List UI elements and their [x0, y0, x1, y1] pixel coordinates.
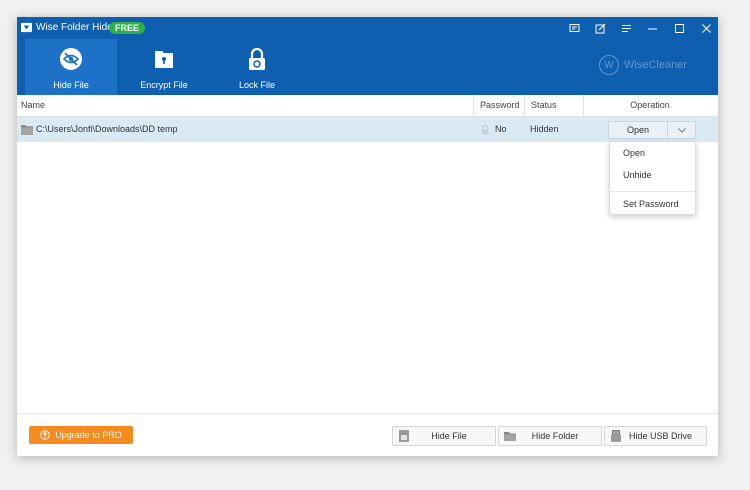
table-header: Name Password Status Operation — [17, 95, 718, 117]
wisecleaner-logo: W WiseCleaner — [599, 55, 687, 75]
row-path: C:\Users\Jonfi\Downloads\DD temp — [36, 124, 178, 134]
minimize-icon[interactable] — [644, 20, 660, 36]
menu-item-unhide[interactable]: Unhide — [610, 165, 695, 185]
menu-item-set-password[interactable]: Set Password — [610, 194, 695, 214]
hide-usb-label: Hide USB Drive — [628, 431, 693, 441]
brand-letter: W — [599, 55, 619, 75]
file-key-icon — [155, 51, 173, 68]
app-logo-icon — [21, 22, 32, 33]
hide-file-label: Hide File — [431, 431, 467, 441]
tab-label: Encrypt File — [140, 80, 188, 90]
folder-icon — [21, 125, 33, 135]
open-button[interactable]: Open — [609, 122, 667, 138]
tab-label: Lock File — [238, 80, 275, 90]
tab-label: Hide File — [53, 80, 89, 90]
header: Wise Folder Hider FREE Hide File Encrypt… — [17, 17, 718, 95]
column-password[interactable]: Password — [473, 95, 530, 116]
row-password: No — [495, 124, 507, 134]
brand-text: WiseCleaner — [624, 59, 687, 71]
column-status[interactable]: Status — [524, 95, 589, 116]
menu-item-open[interactable]: Open — [610, 143, 695, 163]
operation-dropdown-toggle[interactable] — [667, 122, 696, 138]
hide-folder-button[interactable]: Hide Folder — [498, 426, 602, 446]
title-bar: Wise Folder Hider FREE — [17, 17, 718, 39]
tab-hide-file[interactable]: Hide File — [25, 39, 117, 95]
table-row[interactable]: C:\Users\Jonfi\Downloads\DD temp No Hidd… — [17, 117, 718, 142]
maximize-icon[interactable] — [671, 20, 687, 36]
upgrade-label: Upgrade to PRO — [55, 430, 122, 440]
app-title: Wise Folder Hider — [36, 22, 117, 33]
upgrade-button[interactable]: Upgrade to PRO — [29, 426, 133, 444]
chevron-down-icon — [678, 127, 686, 133]
hide-folder-label: Hide Folder — [531, 431, 579, 441]
feedback-icon[interactable] — [566, 20, 582, 36]
menu-icon[interactable] — [618, 20, 634, 36]
hide-usb-drive-button[interactable]: Hide USB Drive — [604, 426, 707, 446]
column-operation[interactable]: Operation — [583, 95, 716, 116]
footer: Upgrade to PRO Hide File Hide Folder Hid… — [17, 413, 718, 456]
app-window: Wise Folder Hider FREE Hide File Encrypt… — [17, 17, 718, 456]
eye-slash-icon — [60, 48, 82, 70]
open-split-button: Open — [608, 121, 696, 139]
edit-icon[interactable] — [592, 20, 608, 36]
operation-menu: Open Unhide Set Password — [609, 141, 696, 215]
close-icon[interactable] — [698, 20, 714, 36]
free-badge: FREE — [109, 22, 146, 34]
menu-divider — [610, 191, 695, 192]
tab-lock-file[interactable]: Lock File — [211, 39, 303, 95]
lock-icon — [249, 47, 265, 70]
tab-encrypt-file[interactable]: Encrypt File — [118, 39, 210, 95]
column-name[interactable]: Name — [21, 95, 471, 116]
lock-small-icon — [481, 125, 489, 135]
upgrade-arrow-icon — [40, 430, 51, 440]
hide-file-button[interactable]: Hide File — [392, 426, 496, 446]
row-status: Hidden — [530, 124, 559, 134]
